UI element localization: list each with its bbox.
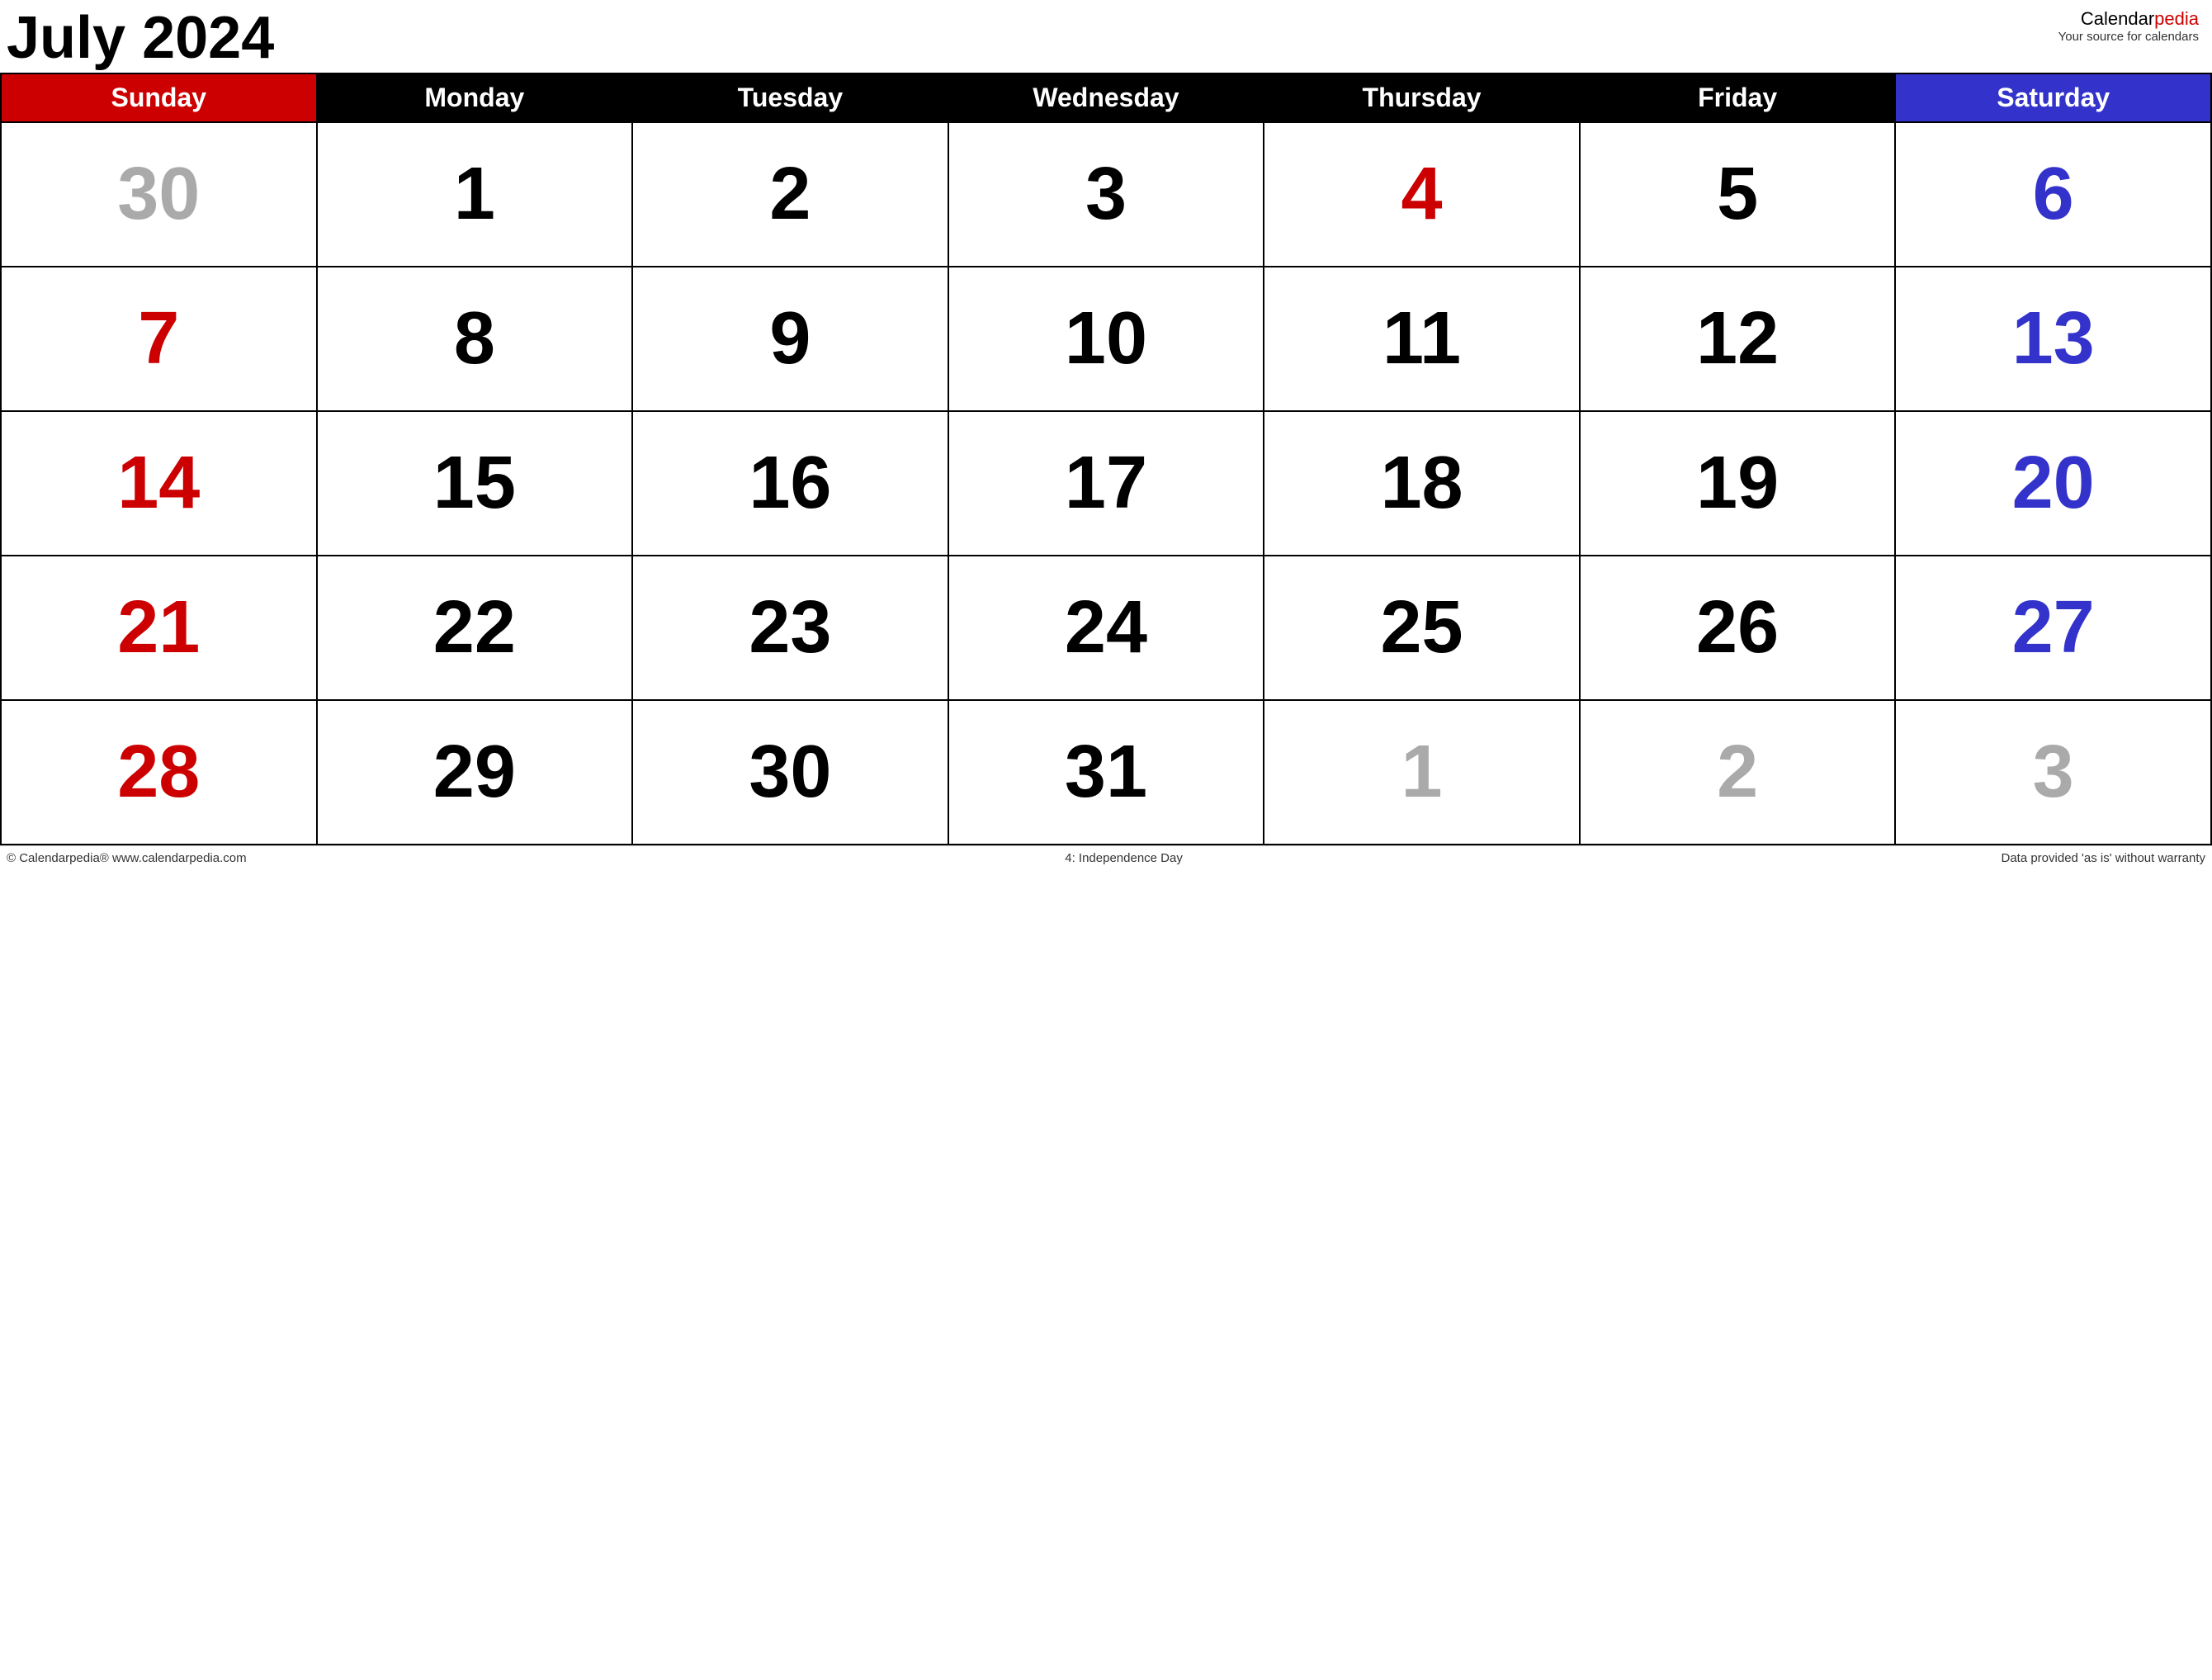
header-thursday: Thursday xyxy=(1264,73,1580,122)
calendar-day-cell[interactable]: 11 xyxy=(1264,267,1580,411)
calendar-day-cell[interactable]: 20 xyxy=(1895,411,2211,556)
calendar-day-cell[interactable]: 5 xyxy=(1580,122,1896,267)
footer-copyright: © Calendarpedia® www.calendarpedia.com xyxy=(7,851,247,865)
calendar-day-cell[interactable]: 1 xyxy=(1264,700,1580,845)
calendar-day-cell[interactable]: 3 xyxy=(1895,700,2211,845)
calendar-day-cell[interactable]: 2 xyxy=(1580,700,1896,845)
calendar-day-cell[interactable]: 10 xyxy=(948,267,1264,411)
calendar-day-cell[interactable]: 13 xyxy=(1895,267,2211,411)
calendar-footer: © Calendarpedia® www.calendarpedia.com 4… xyxy=(0,845,2212,870)
calendar-day-cell[interactable]: 22 xyxy=(317,556,633,700)
calendar-day-cell[interactable]: 30 xyxy=(1,122,317,267)
brand-accent: pedia xyxy=(2154,8,2199,29)
footer-disclaimer: Data provided 'as is' without warranty xyxy=(2001,851,2205,865)
month-title: July 2024 xyxy=(7,8,274,68)
brand-tagline: Your source for calendars xyxy=(2058,30,2199,45)
calendar-day-cell[interactable]: 30 xyxy=(632,700,948,845)
calendar-header: July 2024 Calendarpedia Your source for … xyxy=(0,0,2212,73)
calendar-page: July 2024 Calendarpedia Your source for … xyxy=(0,0,2212,870)
footer-holiday: 4: Independence Day xyxy=(1065,851,1183,865)
calendar-day-cell[interactable]: 16 xyxy=(632,411,948,556)
calendar-day-cell[interactable]: 28 xyxy=(1,700,317,845)
header-monday: Monday xyxy=(317,73,633,122)
calendar-day-cell[interactable]: 23 xyxy=(632,556,948,700)
calendar-day-cell[interactable]: 21 xyxy=(1,556,317,700)
calendar-week-row: 78910111213 xyxy=(1,267,2211,411)
calendar-week-row: 21222324252627 xyxy=(1,556,2211,700)
calendar-day-cell[interactable]: 8 xyxy=(317,267,633,411)
header-sunday: Sunday xyxy=(1,73,317,122)
header-friday: Friday xyxy=(1580,73,1896,122)
calendar-day-cell[interactable]: 1 xyxy=(317,122,633,267)
weekday-header-row: Sunday Monday Tuesday Wednesday Thursday… xyxy=(1,73,2211,122)
calendar-day-cell[interactable]: 19 xyxy=(1580,411,1896,556)
calendar-day-cell[interactable]: 4 xyxy=(1264,122,1580,267)
brand-name: Calendarpedia xyxy=(2058,8,2199,30)
calendar-day-cell[interactable]: 25 xyxy=(1264,556,1580,700)
calendar-day-cell[interactable]: 12 xyxy=(1580,267,1896,411)
calendar-day-cell[interactable]: 2 xyxy=(632,122,948,267)
calendar-table: Sunday Monday Tuesday Wednesday Thursday… xyxy=(0,73,2212,845)
calendar-day-cell[interactable]: 9 xyxy=(632,267,948,411)
calendar-day-cell[interactable]: 6 xyxy=(1895,122,2211,267)
calendar-day-cell[interactable]: 3 xyxy=(948,122,1264,267)
header-wednesday: Wednesday xyxy=(948,73,1264,122)
calendar-day-cell[interactable]: 7 xyxy=(1,267,317,411)
calendar-day-cell[interactable]: 24 xyxy=(948,556,1264,700)
calendar-day-cell[interactable]: 15 xyxy=(317,411,633,556)
calendar-day-cell[interactable]: 14 xyxy=(1,411,317,556)
calendar-week-row: 28293031123 xyxy=(1,700,2211,845)
brand-logo: Calendarpedia Your source for calendars xyxy=(2058,8,2199,45)
calendar-day-cell[interactable]: 29 xyxy=(317,700,633,845)
calendar-week-row: 30123456 xyxy=(1,122,2211,267)
calendar-day-cell[interactable]: 26 xyxy=(1580,556,1896,700)
calendar-week-row: 14151617181920 xyxy=(1,411,2211,556)
calendar-day-cell[interactable]: 31 xyxy=(948,700,1264,845)
header-tuesday: Tuesday xyxy=(632,73,948,122)
calendar-day-cell[interactable]: 27 xyxy=(1895,556,2211,700)
calendar-day-cell[interactable]: 17 xyxy=(948,411,1264,556)
calendar-day-cell[interactable]: 18 xyxy=(1264,411,1580,556)
header-saturday: Saturday xyxy=(1895,73,2211,122)
